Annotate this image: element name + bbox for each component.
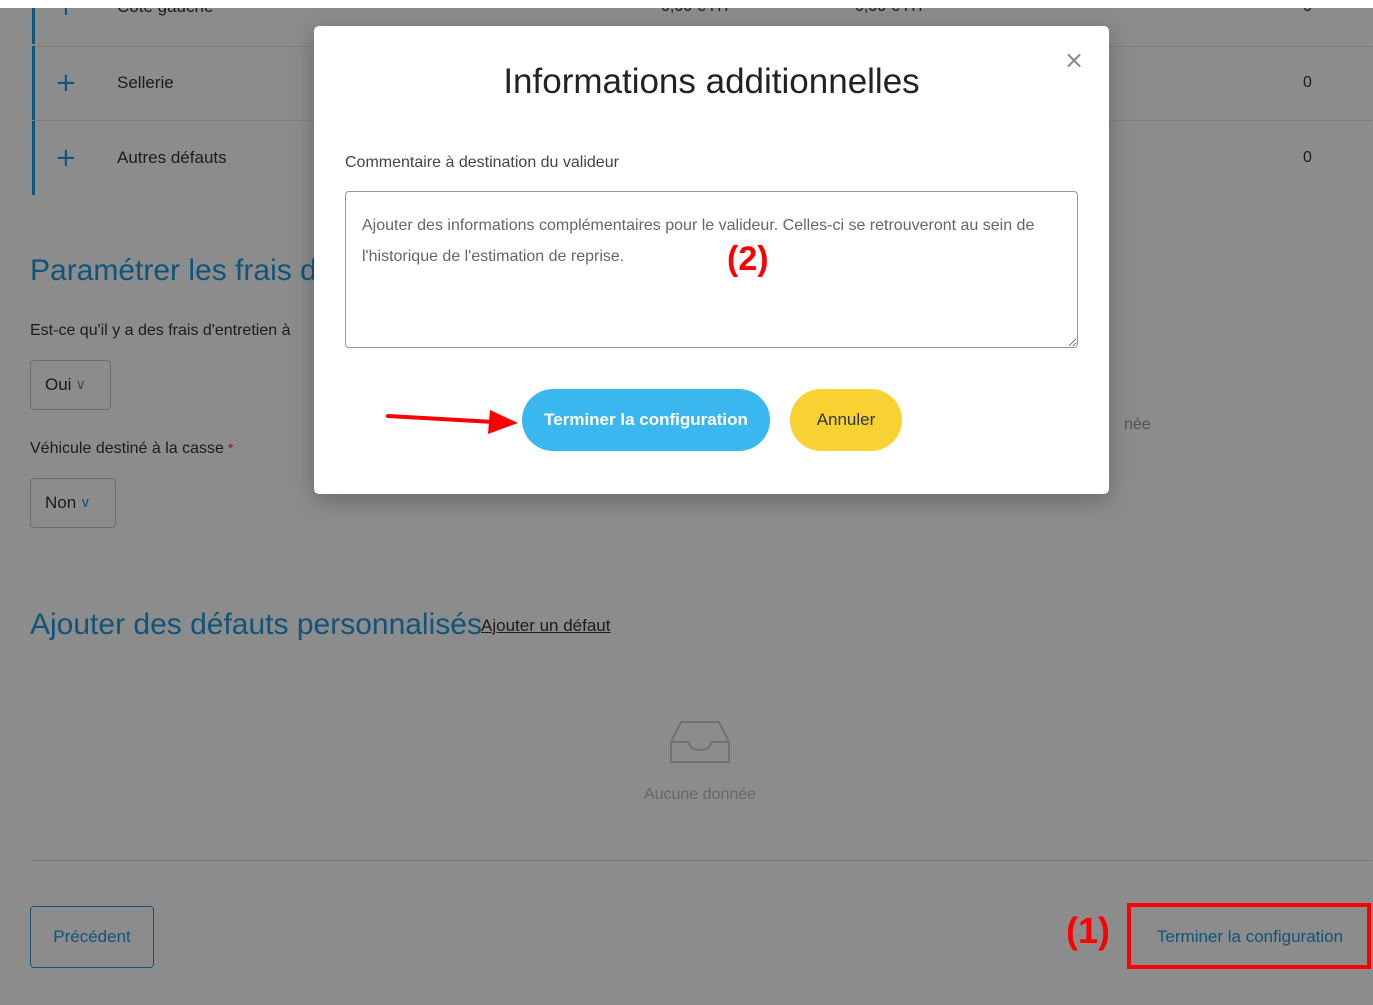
additional-info-modal: × Informations additionnelles Commentair… — [314, 26, 1109, 494]
finish-configuration-button[interactable]: Terminer la configuration — [522, 389, 770, 451]
cancel-button[interactable]: Annuler — [790, 389, 902, 451]
annotation-step-2: (2) — [727, 240, 769, 278]
modal-title: Informations additionnelles — [503, 62, 920, 101]
annotation-arrow-icon — [386, 410, 518, 434]
annotation-step-1: (1) — [1066, 910, 1110, 951]
comment-label: Commentaire à destination du valideur — [345, 154, 619, 171]
top-strip — [0, 0, 1373, 8]
comment-textarea[interactable] — [345, 191, 1078, 348]
annotation-highlight-box — [1127, 903, 1371, 969]
